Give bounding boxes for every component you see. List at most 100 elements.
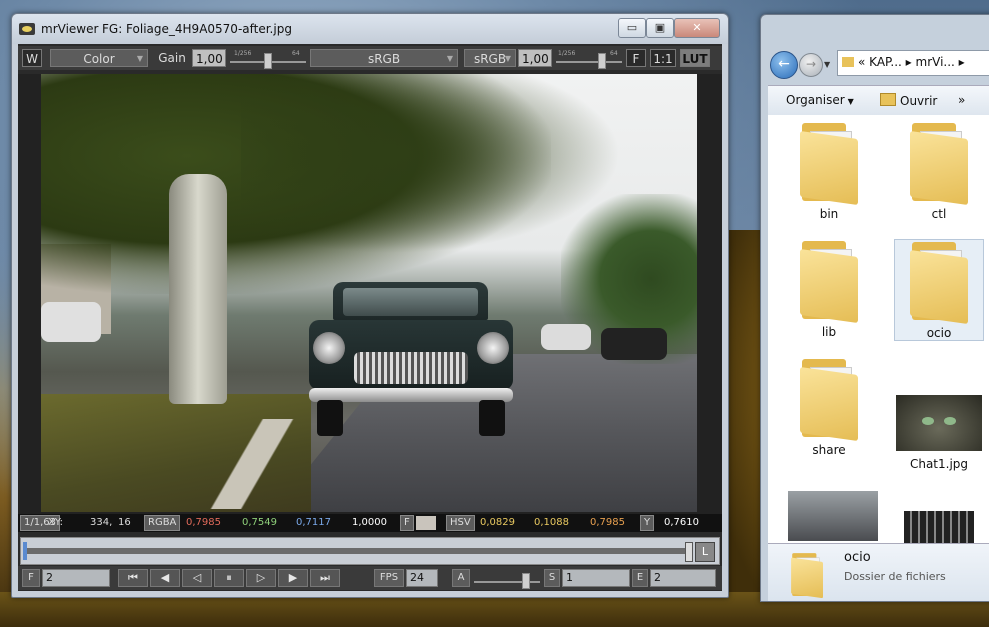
gain-slider-thumb[interactable] — [264, 53, 272, 69]
more-commands-button[interactable]: » — [958, 93, 965, 107]
volume-slider-thumb[interactable] — [522, 573, 530, 589]
fps-label: FPS — [374, 569, 404, 587]
timeline-track[interactable] — [25, 548, 689, 554]
folder-icon — [842, 57, 854, 67]
gain-tick-min: 1/256 — [234, 50, 252, 57]
folder-item-lib[interactable]: lib — [784, 239, 874, 339]
luma-value: 0,7610 — [664, 517, 699, 528]
folder-item-share[interactable]: share — [784, 357, 874, 457]
car-tire — [479, 400, 505, 436]
lut-button[interactable]: LUT — [680, 49, 710, 67]
hue-value: 0,0829 — [480, 517, 515, 528]
y-readout: 16 — [118, 517, 131, 528]
photo-parked-car — [541, 324, 591, 350]
photo-tree-trunk — [169, 174, 227, 404]
start-frame-input[interactable]: 1 — [562, 569, 630, 587]
folder-item-ocio[interactable]: ocio — [894, 239, 984, 341]
explorer-navbar: ← → ▼ « KAP... ▸ mrVi... ▸ — [761, 43, 989, 81]
timeline[interactable]: L — [20, 537, 720, 565]
volume-slider[interactable] — [472, 569, 542, 589]
color-swatch — [416, 516, 436, 530]
folder-label: share — [812, 443, 846, 457]
gamma-slider[interactable]: 1/256 64 — [554, 49, 624, 69]
app-name: mrViewer — [41, 22, 99, 36]
folder-icon — [908, 240, 970, 325]
rgba-dropdown[interactable]: RGBA — [144, 515, 181, 531]
folder-item-bin[interactable]: bin — [784, 121, 874, 221]
gamma-input[interactable]: 1,00 — [518, 49, 552, 67]
history-dropdown-icon[interactable]: ▼ — [824, 60, 830, 69]
image-thumbnail — [896, 395, 982, 451]
car-grille — [354, 352, 468, 384]
luma-dropdown[interactable]: Y — [640, 515, 655, 531]
gain-input[interactable]: 1,00 — [192, 49, 226, 67]
command-bar: Organiser ▼ Ouvrir » — [768, 85, 989, 116]
folder-label: bin — [819, 207, 839, 221]
open-button[interactable]: Ouvrir — [880, 93, 937, 108]
image-thumbnail — [788, 491, 878, 541]
next-frame-button[interactable]: ▶ — [278, 569, 308, 587]
address-bar[interactable]: « KAP... ▸ mrVi... ▸ — [837, 50, 989, 76]
display-dropdown[interactable]: sRGB — [464, 49, 516, 68]
image-viewport[interactable] — [18, 74, 722, 530]
timeline-start-marker[interactable] — [23, 542, 27, 560]
gain-slider[interactable]: 1/256 64 — [228, 49, 308, 69]
wipe-button[interactable]: W — [22, 49, 42, 67]
forward-arrow-icon[interactable]: → — [799, 53, 823, 77]
play-forward-button[interactable]: ▷ — [246, 569, 276, 587]
image-canvas[interactable] — [41, 74, 697, 512]
audio-button[interactable]: A — [452, 569, 470, 587]
photo-parked-car — [41, 302, 101, 342]
details-pane: ocio Dossier de fichiers — [768, 543, 989, 601]
details-name: ocio — [844, 550, 871, 565]
gamma-slider-thumb[interactable] — [598, 53, 606, 69]
details-type: Dossier de fichiers — [844, 570, 946, 583]
file-item-chat1[interactable]: Chat1.jpg — [894, 395, 984, 471]
maximize-button[interactable]: ▣ — [646, 18, 674, 38]
green-value: 0,7549 — [242, 517, 277, 528]
mrviewer-titlebar[interactable]: mrViewer FG: Foliage_4H9A0570-after.jpg … — [12, 14, 728, 44]
last-frame-button[interactable]: ⏭ — [310, 569, 340, 587]
pixel-type-button[interactable]: F — [400, 515, 414, 531]
car-tire — [317, 400, 343, 436]
zoom-1to1-button[interactable]: 1:1 — [650, 49, 676, 67]
gamma-tick-max: 64 — [610, 50, 618, 57]
close-button[interactable]: ✕ — [674, 18, 720, 38]
timeline-playhead[interactable] — [685, 542, 693, 562]
end-frame-label: E — [632, 569, 648, 587]
xy-label: XY: — [48, 517, 63, 528]
first-frame-button[interactable]: ⏮ — [118, 569, 148, 587]
frame-mode-button[interactable]: F — [22, 569, 40, 587]
fps-input[interactable]: 24 — [406, 569, 438, 587]
folder-item-ctl[interactable]: ctl — [894, 121, 984, 221]
float-button[interactable]: F — [626, 49, 646, 67]
chevron-down-icon: ▼ — [847, 97, 854, 106]
prev-frame-button[interactable]: ◀ — [150, 569, 180, 587]
red-value: 0,7985 — [186, 517, 221, 528]
organise-button[interactable]: Organiser ▼ — [786, 93, 854, 107]
alpha-value: 1,0000 — [352, 517, 387, 528]
x-readout: 334, — [90, 517, 113, 528]
folder-icon — [908, 121, 970, 206]
top-toolbar: W Color Gain 1,00 1/256 64 sRGB sRGB 1,0… — [18, 46, 722, 70]
back-arrow-icon[interactable]: ← — [770, 51, 798, 79]
channel-dropdown[interactable]: Color — [50, 49, 148, 68]
file-item-image[interactable] — [788, 491, 878, 541]
gain-label: Gain — [158, 51, 186, 65]
transport-bar: F 2 ⏮ ◀ ◁ ⏸ ▷ ▶ ⏭ FPS 24 A S 1 E 2 — [18, 566, 722, 590]
loop-button[interactable]: L — [695, 542, 715, 562]
gamma-slider-line — [556, 61, 622, 63]
input-colorspace-dropdown[interactable]: sRGB — [310, 49, 458, 68]
hsv-dropdown[interactable]: HSV — [446, 515, 475, 531]
play-backward-button[interactable]: ◁ — [182, 569, 212, 587]
file-list: bin ctl lib ocio share Chat1.jpg — [768, 115, 989, 551]
open-label: Ouvrir — [900, 94, 938, 108]
blue-value: 0,7117 — [296, 517, 331, 528]
end-frame-input[interactable]: 2 — [650, 569, 716, 587]
minimize-button[interactable]: ▭ — [618, 18, 646, 38]
folder-label: ocio — [926, 326, 952, 340]
stop-button[interactable]: ⏸ — [214, 569, 244, 587]
mrviewer-client: W Color Gain 1,00 1/256 64 sRGB sRGB 1,0… — [18, 44, 722, 591]
frame-input[interactable]: 2 — [42, 569, 110, 587]
volume-slider-line — [474, 581, 540, 583]
